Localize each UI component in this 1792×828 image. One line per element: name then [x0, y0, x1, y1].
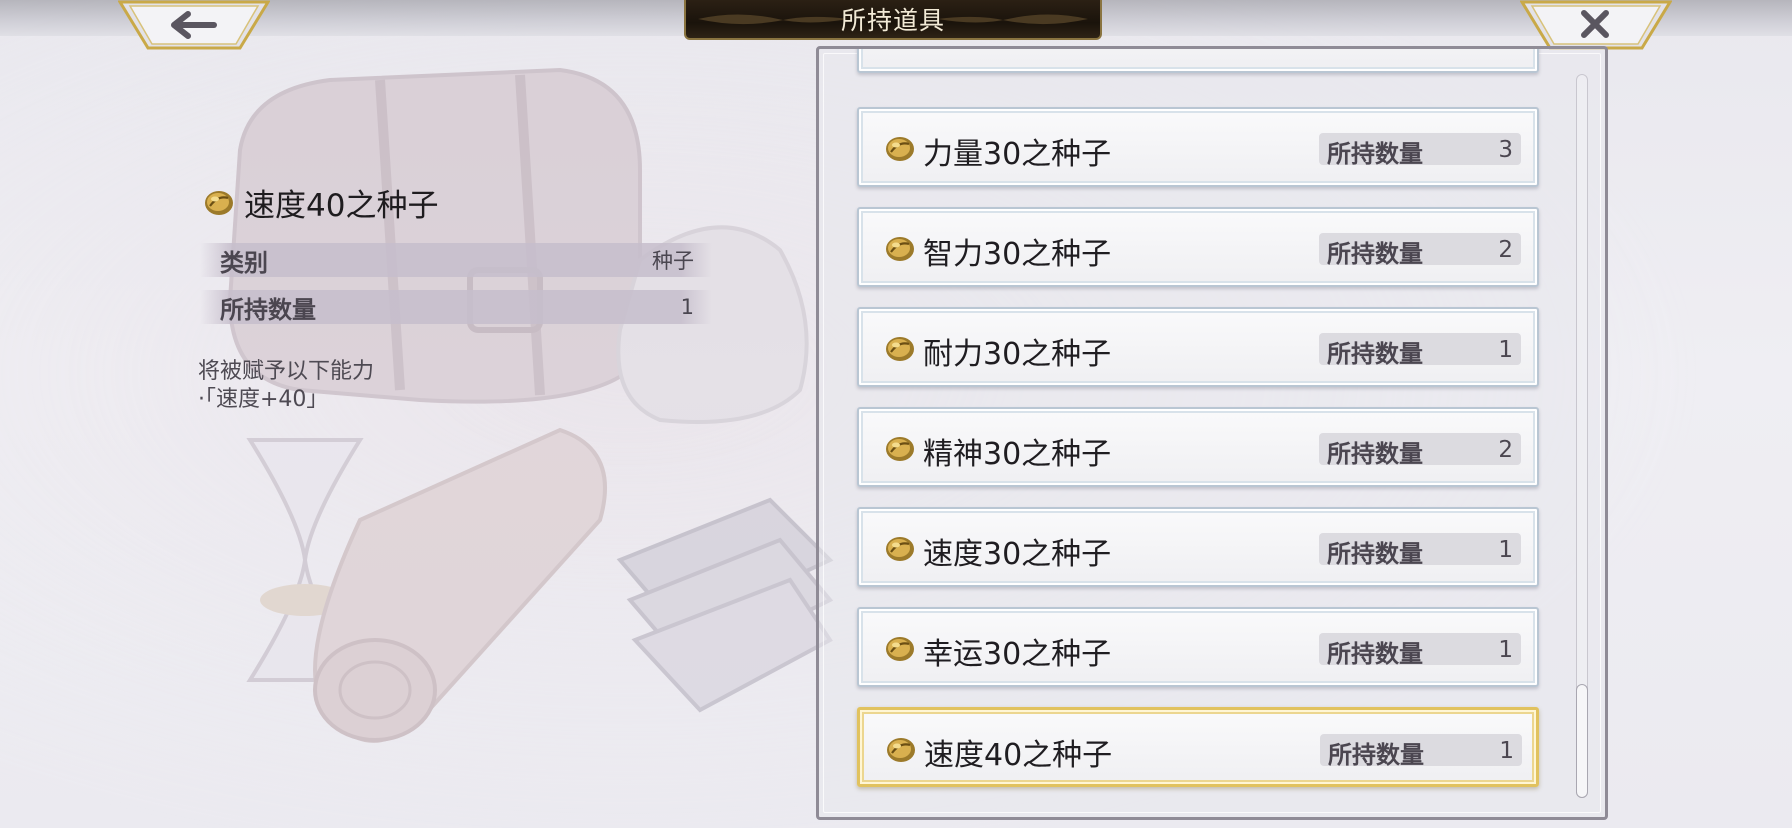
quantity-badge: 所持数量 1	[1319, 333, 1521, 368]
screen-title-plate: 所持道具	[684, 0, 1102, 40]
quantity-label: 所持数量	[1328, 741, 1424, 769]
list-item[interactable]: 耐力30之种子 所持数量 1	[857, 307, 1539, 387]
left-flourish-ornament	[698, 14, 848, 25]
seed-icon	[886, 637, 914, 661]
quantity-value: 1	[1498, 537, 1513, 563]
item-list-panel[interactable]: 力量30之种子 所持数量 3 智力30之种子 所持数量 2 耐力30之种子 所持…	[816, 46, 1608, 820]
list-item[interactable]: 速度30之种子 所持数量 1	[857, 507, 1539, 587]
quantity-badge: 所持数量 3	[1319, 133, 1521, 168]
quantity-label: 所持数量	[1327, 640, 1423, 668]
quantity-badge: 所持数量 1	[1319, 533, 1521, 568]
seed-icon	[886, 437, 914, 461]
item-name: 幸运30之种子	[923, 637, 1112, 672]
quantity-value: 3	[1498, 137, 1513, 163]
list-item-partial[interactable]	[857, 49, 1539, 73]
quantity-label: 所持数量	[1327, 240, 1423, 268]
detail-row-category: 类别 种子	[200, 243, 712, 277]
detail-description: 将被赋予以下能力 ·「速度+40」	[198, 358, 374, 414]
quantity-value: 2	[1498, 437, 1513, 463]
quantity-badge: 所持数量 2	[1319, 433, 1521, 468]
seed-icon	[205, 190, 233, 215]
detail-row-label: 所持数量	[220, 295, 316, 324]
seed-icon	[886, 137, 914, 161]
quantity-label: 所持数量	[1327, 340, 1423, 368]
list-item[interactable]: 精神30之种子 所持数量 2	[857, 407, 1539, 487]
quantity-label: 所持数量	[1327, 540, 1423, 568]
quantity-badge: 所持数量 2	[1319, 233, 1521, 268]
description-line: ·「速度+40」	[198, 387, 329, 412]
list-scrollbar-thumb[interactable]	[1576, 684, 1588, 798]
list-item[interactable]: 智力30之种子 所持数量 2	[857, 207, 1539, 287]
quantity-value: 1	[1498, 337, 1513, 363]
item-name: 智力30之种子	[923, 237, 1112, 272]
seed-icon	[886, 237, 914, 261]
detail-row-value: 种子	[652, 249, 694, 273]
item-name: 耐力30之种子	[923, 337, 1112, 372]
page-title: 所持道具	[840, 6, 945, 35]
right-flourish-ornament	[938, 14, 1088, 25]
seed-icon	[887, 738, 915, 762]
detail-item-name: 速度40之种子	[244, 188, 439, 224]
close-button[interactable]	[1520, 0, 1672, 52]
list-item-selected[interactable]: 速度40之种子 所持数量 1	[857, 707, 1539, 787]
item-name: 精神30之种子	[923, 437, 1112, 472]
quantity-value: 1	[1498, 637, 1513, 663]
quantity-value: 1	[1499, 738, 1514, 764]
detail-header: 速度40之种子	[204, 180, 438, 225]
quantity-label: 所持数量	[1327, 440, 1423, 468]
seed-icon	[886, 537, 914, 561]
list-item[interactable]: 力量30之种子 所持数量 3	[857, 107, 1539, 187]
item-name: 速度40之种子	[924, 738, 1113, 773]
seed-icon	[886, 337, 914, 361]
detail-row-quantity: 所持数量 1	[200, 290, 712, 324]
description-line: 将被赋予以下能力	[198, 359, 375, 384]
item-name: 力量30之种子	[923, 137, 1112, 172]
item-name: 速度30之种子	[923, 537, 1112, 572]
back-button[interactable]	[118, 0, 270, 52]
quantity-badge: 所持数量 1	[1320, 734, 1522, 769]
quantity-label: 所持数量	[1327, 140, 1423, 168]
list-item[interactable]: 幸运30之种子 所持数量 1	[857, 607, 1539, 687]
detail-row-value: 1	[680, 295, 694, 319]
quantity-value: 2	[1498, 237, 1513, 263]
detail-row-label: 类别	[220, 248, 268, 277]
quantity-badge: 所持数量 1	[1319, 633, 1521, 668]
